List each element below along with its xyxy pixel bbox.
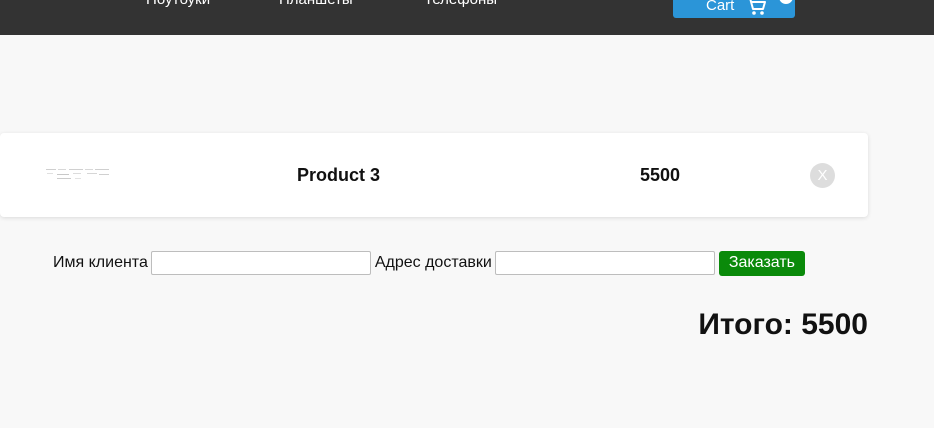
top-navbar: Ноутбуки Планшеты Телефоны Cart: [0, 0, 934, 35]
product-thumbnail: [45, 167, 111, 183]
delivery-address-input[interactable]: [494, 251, 715, 275]
client-name-input[interactable]: [150, 251, 371, 275]
delivery-address-label: Адрес доставки: [374, 254, 492, 271]
product-name: Product 3: [297, 165, 381, 185]
cart-button-label: Cart: [706, 0, 735, 14]
place-order-button[interactable]: Заказать: [718, 250, 805, 276]
client-name-label: Имя клиента: [53, 254, 148, 271]
nav-link-phones[interactable]: Телефоны: [424, 0, 497, 8]
shopping-cart-icon: [749, 0, 766, 15]
remove-item-button[interactable]: X: [810, 163, 835, 188]
cart-count-badge: [777, 0, 795, 6]
cart-button[interactable]: Cart: [673, 0, 795, 18]
nav-link-laptops[interactable]: Ноутбуки: [146, 0, 210, 8]
cart-item: Product 3 5500 X: [0, 133, 868, 217]
nav-link-tablets[interactable]: Планшеты: [279, 0, 353, 8]
order-total: Итого: 5500: [698, 308, 868, 341]
product-price: 5500: [640, 165, 681, 185]
order-form: Имя клиента Адрес доставки Заказать: [53, 250, 805, 276]
